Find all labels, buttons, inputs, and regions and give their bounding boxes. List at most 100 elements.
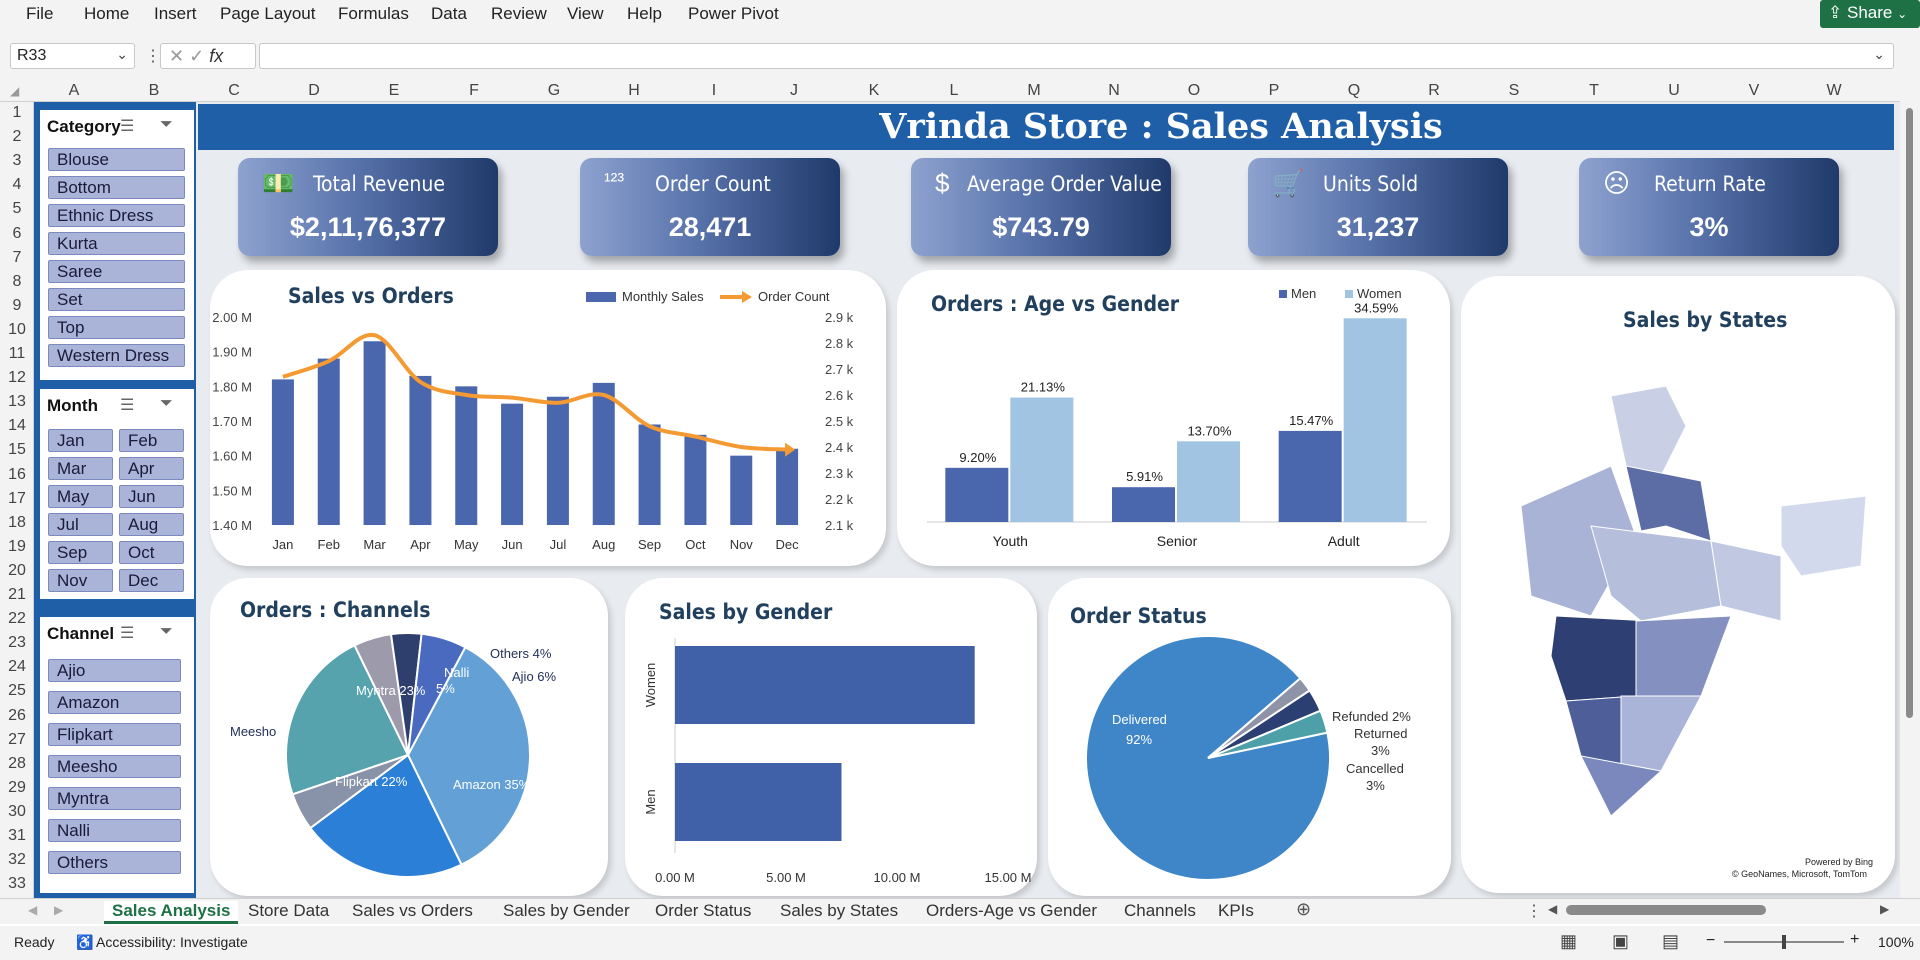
sales-by-states-card[interactable]: Sales by States Powered by Bing © GeoNam… (1461, 276, 1895, 893)
slicer-item-apr[interactable]: Apr (119, 457, 184, 480)
sales-by-gender-card[interactable]: Sales by Gender Women Men 0.00 M 5.00 M 10.0… (625, 578, 1037, 896)
row-header-cell[interactable]: 7 (0, 249, 34, 267)
page-layout-view-icon[interactable]: ▣ (1612, 931, 1629, 952)
row-header-cell[interactable]: 6 (0, 225, 34, 243)
row-header-cell[interactable]: 14 (0, 417, 34, 435)
row-header-cell[interactable]: 3 (0, 152, 34, 170)
row-header-cell[interactable]: 23 (0, 634, 34, 652)
row-header-cell[interactable]: 19 (0, 538, 34, 556)
multi-select-icon[interactable]: ☰ (120, 623, 134, 643)
row-header-cell[interactable]: 30 (0, 803, 34, 821)
enter-icon[interactable]: ✓ (189, 46, 204, 66)
scroll-right-icon[interactable]: ▶ (1880, 902, 1889, 916)
tab-order-status[interactable]: Order Status (655, 901, 751, 921)
accessibility-status[interactable]: Accessibility: Investigate (96, 934, 248, 950)
row-header-cell[interactable]: 12 (0, 369, 34, 387)
row-header-cell[interactable]: 15 (0, 441, 34, 459)
menu-view[interactable]: View (567, 4, 604, 24)
row-header-cell[interactable]: 10 (0, 321, 34, 339)
slicer-item-ethnic-dress[interactable]: Ethnic Dress (48, 204, 185, 227)
channels-card[interactable]: Orders : Channels Amazon 35% Flipkart 22%… (210, 578, 608, 896)
order-status-card[interactable]: Order Status Delivered 92% Refunded 2% Retu… (1048, 578, 1451, 896)
clear-filter-icon[interactable]: ⏷ (160, 116, 173, 134)
slicer-item-dec[interactable]: Dec (119, 569, 184, 592)
column-header-cell[interactable]: R (1394, 82, 1474, 100)
row-header-cell[interactable]: 22 (0, 610, 34, 628)
row-header-cell[interactable]: 33 (0, 875, 34, 893)
vertical-scroll-thumb[interactable] (1906, 108, 1913, 718)
row-header-cell[interactable]: 27 (0, 731, 34, 749)
column-header-cell[interactable]: A (34, 82, 114, 100)
add-sheet-icon[interactable]: ⊕ (1296, 899, 1311, 920)
menu-home[interactable]: Home (84, 4, 129, 24)
tab-sales-analysis[interactable]: Sales Analysis (104, 901, 239, 924)
slicer-item-nalli[interactable]: Nalli (48, 819, 181, 842)
row-header-cell[interactable]: 13 (0, 393, 34, 411)
slicer-item-myntra[interactable]: Myntra (48, 787, 181, 810)
zoom-level[interactable]: 100% (1878, 934, 1914, 950)
row-header-cell[interactable]: 17 (0, 490, 34, 508)
row-header-cell[interactable]: 1 (0, 104, 34, 122)
menu-formulas[interactable]: Formulas (338, 4, 409, 24)
slicer-item-sep[interactable]: Sep (48, 541, 113, 564)
column-header-cell[interactable]: H (594, 82, 674, 100)
column-header-cell[interactable]: W (1794, 82, 1874, 100)
menu-page-layout[interactable]: Page Layout (220, 4, 315, 24)
multi-select-icon[interactable]: ☰ (120, 395, 134, 415)
normal-view-icon[interactable]: ▦ (1560, 931, 1577, 952)
menu-review[interactable]: Review (491, 4, 547, 24)
slicer-item-top[interactable]: Top (48, 316, 185, 339)
column-header-cell[interactable]: Q (1314, 82, 1394, 100)
row-header-cell[interactable]: 21 (0, 586, 34, 604)
select-all-corner[interactable]: ◢ (10, 84, 19, 98)
tab-sales-by-gender[interactable]: Sales by Gender (503, 901, 630, 921)
menu-help[interactable]: Help (627, 4, 662, 24)
zoom-slider-thumb[interactable] (1782, 935, 1786, 949)
more-options-icon[interactable]: ⋮ (1526, 901, 1542, 921)
menu-file[interactable]: File (26, 4, 53, 24)
menu-power-pivot[interactable]: Power Pivot (688, 4, 779, 24)
row-header-cell[interactable]: 9 (0, 297, 34, 315)
row-header-cell[interactable]: 20 (0, 562, 34, 580)
column-header-cell[interactable]: U (1634, 82, 1714, 100)
column-header-cell[interactable]: P (1234, 82, 1314, 100)
column-header-cell[interactable]: T (1554, 82, 1634, 100)
column-header-cell[interactable]: L (914, 82, 994, 100)
cancel-icon[interactable]: ✕ (169, 46, 184, 66)
column-header-cell[interactable]: B (114, 82, 194, 100)
column-header-cell[interactable]: O (1154, 82, 1234, 100)
slicer-item-amazon[interactable]: Amazon (48, 691, 181, 714)
slicer-item-saree[interactable]: Saree (48, 260, 185, 283)
row-header-cell[interactable]: 2 (0, 128, 34, 146)
slicer-item-feb[interactable]: Feb (119, 429, 184, 452)
column-header-cell[interactable]: E (354, 82, 434, 100)
tab-channels[interactable]: Channels (1124, 901, 1196, 921)
row-header-cell[interactable]: 8 (0, 273, 34, 291)
tab-next-icon[interactable]: ▶ (54, 903, 63, 917)
age-vs-gender-card[interactable]: Orders : Age vs Gender 9.20% 21.13% Youth 5… (897, 270, 1450, 566)
row-header-cell[interactable]: 25 (0, 682, 34, 700)
name-box[interactable]: R33 ⌄ (10, 43, 135, 69)
slicer-item-jun[interactable]: Jun (119, 485, 184, 508)
menu-data[interactable]: Data (431, 4, 467, 24)
share-button[interactable]: ⇪ Share ⌄ (1820, 0, 1920, 28)
row-header-cell[interactable]: 31 (0, 827, 34, 845)
menu-insert[interactable]: Insert (154, 4, 197, 24)
row-header-cell[interactable]: 32 (0, 851, 34, 869)
row-header-cell[interactable]: 11 (0, 345, 34, 363)
slicer-item-set[interactable]: Set (48, 288, 185, 311)
slicer-item-bottom[interactable]: Bottom (48, 176, 185, 199)
row-header-cell[interactable]: 16 (0, 466, 34, 484)
chevron-down-icon[interactable]: ⌄ (1873, 46, 1885, 63)
column-header-cell[interactable]: N (1074, 82, 1154, 100)
slicer-item-nov[interactable]: Nov (48, 569, 113, 592)
sales-vs-orders-card[interactable]: Sales vs Orders 2.00 M 1.90 M 1.80 M 1.70 M… (210, 270, 886, 566)
row-header-cell[interactable]: 24 (0, 658, 34, 676)
slicer-item-others[interactable]: Others (48, 851, 181, 874)
slicer-item-western-dress[interactable]: Western Dress (48, 344, 185, 367)
column-header-cell[interactable]: J (754, 82, 834, 100)
zoom-out-icon[interactable]: − (1706, 932, 1715, 950)
row-header-cell[interactable]: 29 (0, 779, 34, 797)
column-header-cell[interactable]: K (834, 82, 914, 100)
column-header-cell[interactable]: C (194, 82, 274, 100)
